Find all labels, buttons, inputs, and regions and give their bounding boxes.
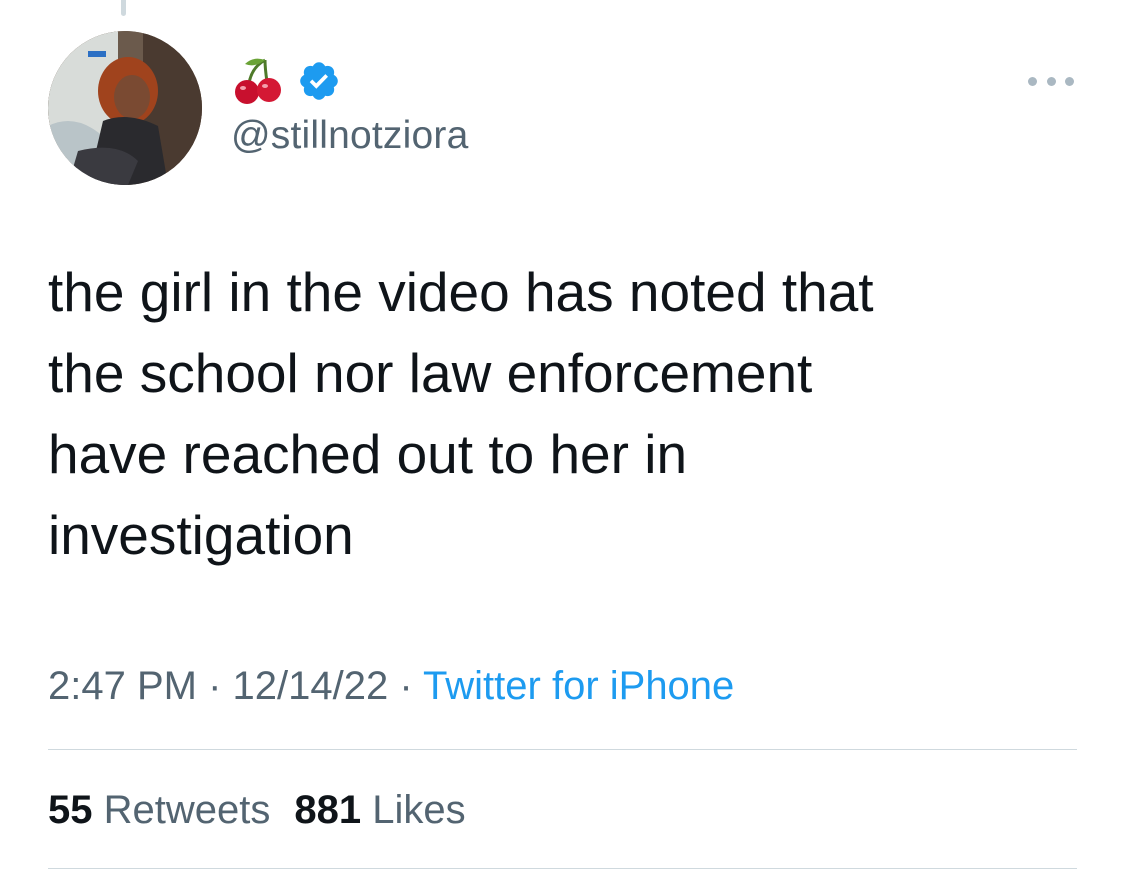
separator: · <box>196 664 233 708</box>
display-name-row[interactable] <box>231 54 341 108</box>
avatar[interactable] <box>48 31 202 185</box>
more-dot <box>1065 76 1074 86</box>
thread-connector-line <box>121 0 126 16</box>
divider <box>48 749 1077 750</box>
cherry-icon <box>231 54 285 108</box>
tweet-metadata: 2:47 PM · 12/14/22 · Twitter for iPhone <box>48 660 734 712</box>
more-dot <box>1046 76 1056 86</box>
more-options-icon[interactable] <box>1028 70 1074 92</box>
likes-stat[interactable]: 881 Likes <box>294 788 465 832</box>
retweets-stat[interactable]: 55 Retweets <box>48 788 270 832</box>
tweet-time[interactable]: 2:47 PM <box>48 664 197 708</box>
more-dot <box>1028 76 1037 86</box>
retweets-count: 55 <box>48 788 93 832</box>
tweet-date[interactable]: 12/14/22 <box>233 664 389 708</box>
likes-label: Likes <box>372 788 466 832</box>
tweet-source-link[interactable]: Twitter for iPhone <box>423 664 734 708</box>
tweet-text: the girl in the video has noted that the… <box>48 261 874 566</box>
user-handle[interactable]: @stillnotziora <box>231 112 468 160</box>
avatar-photo <box>48 31 202 185</box>
tweet-stats: 55 Retweets 881 Likes <box>48 784 490 836</box>
retweets-label: Retweets <box>103 788 271 832</box>
divider <box>48 868 1077 869</box>
likes-count: 881 <box>294 788 362 832</box>
separator: · <box>388 664 424 708</box>
verified-badge-icon[interactable] <box>297 59 341 103</box>
